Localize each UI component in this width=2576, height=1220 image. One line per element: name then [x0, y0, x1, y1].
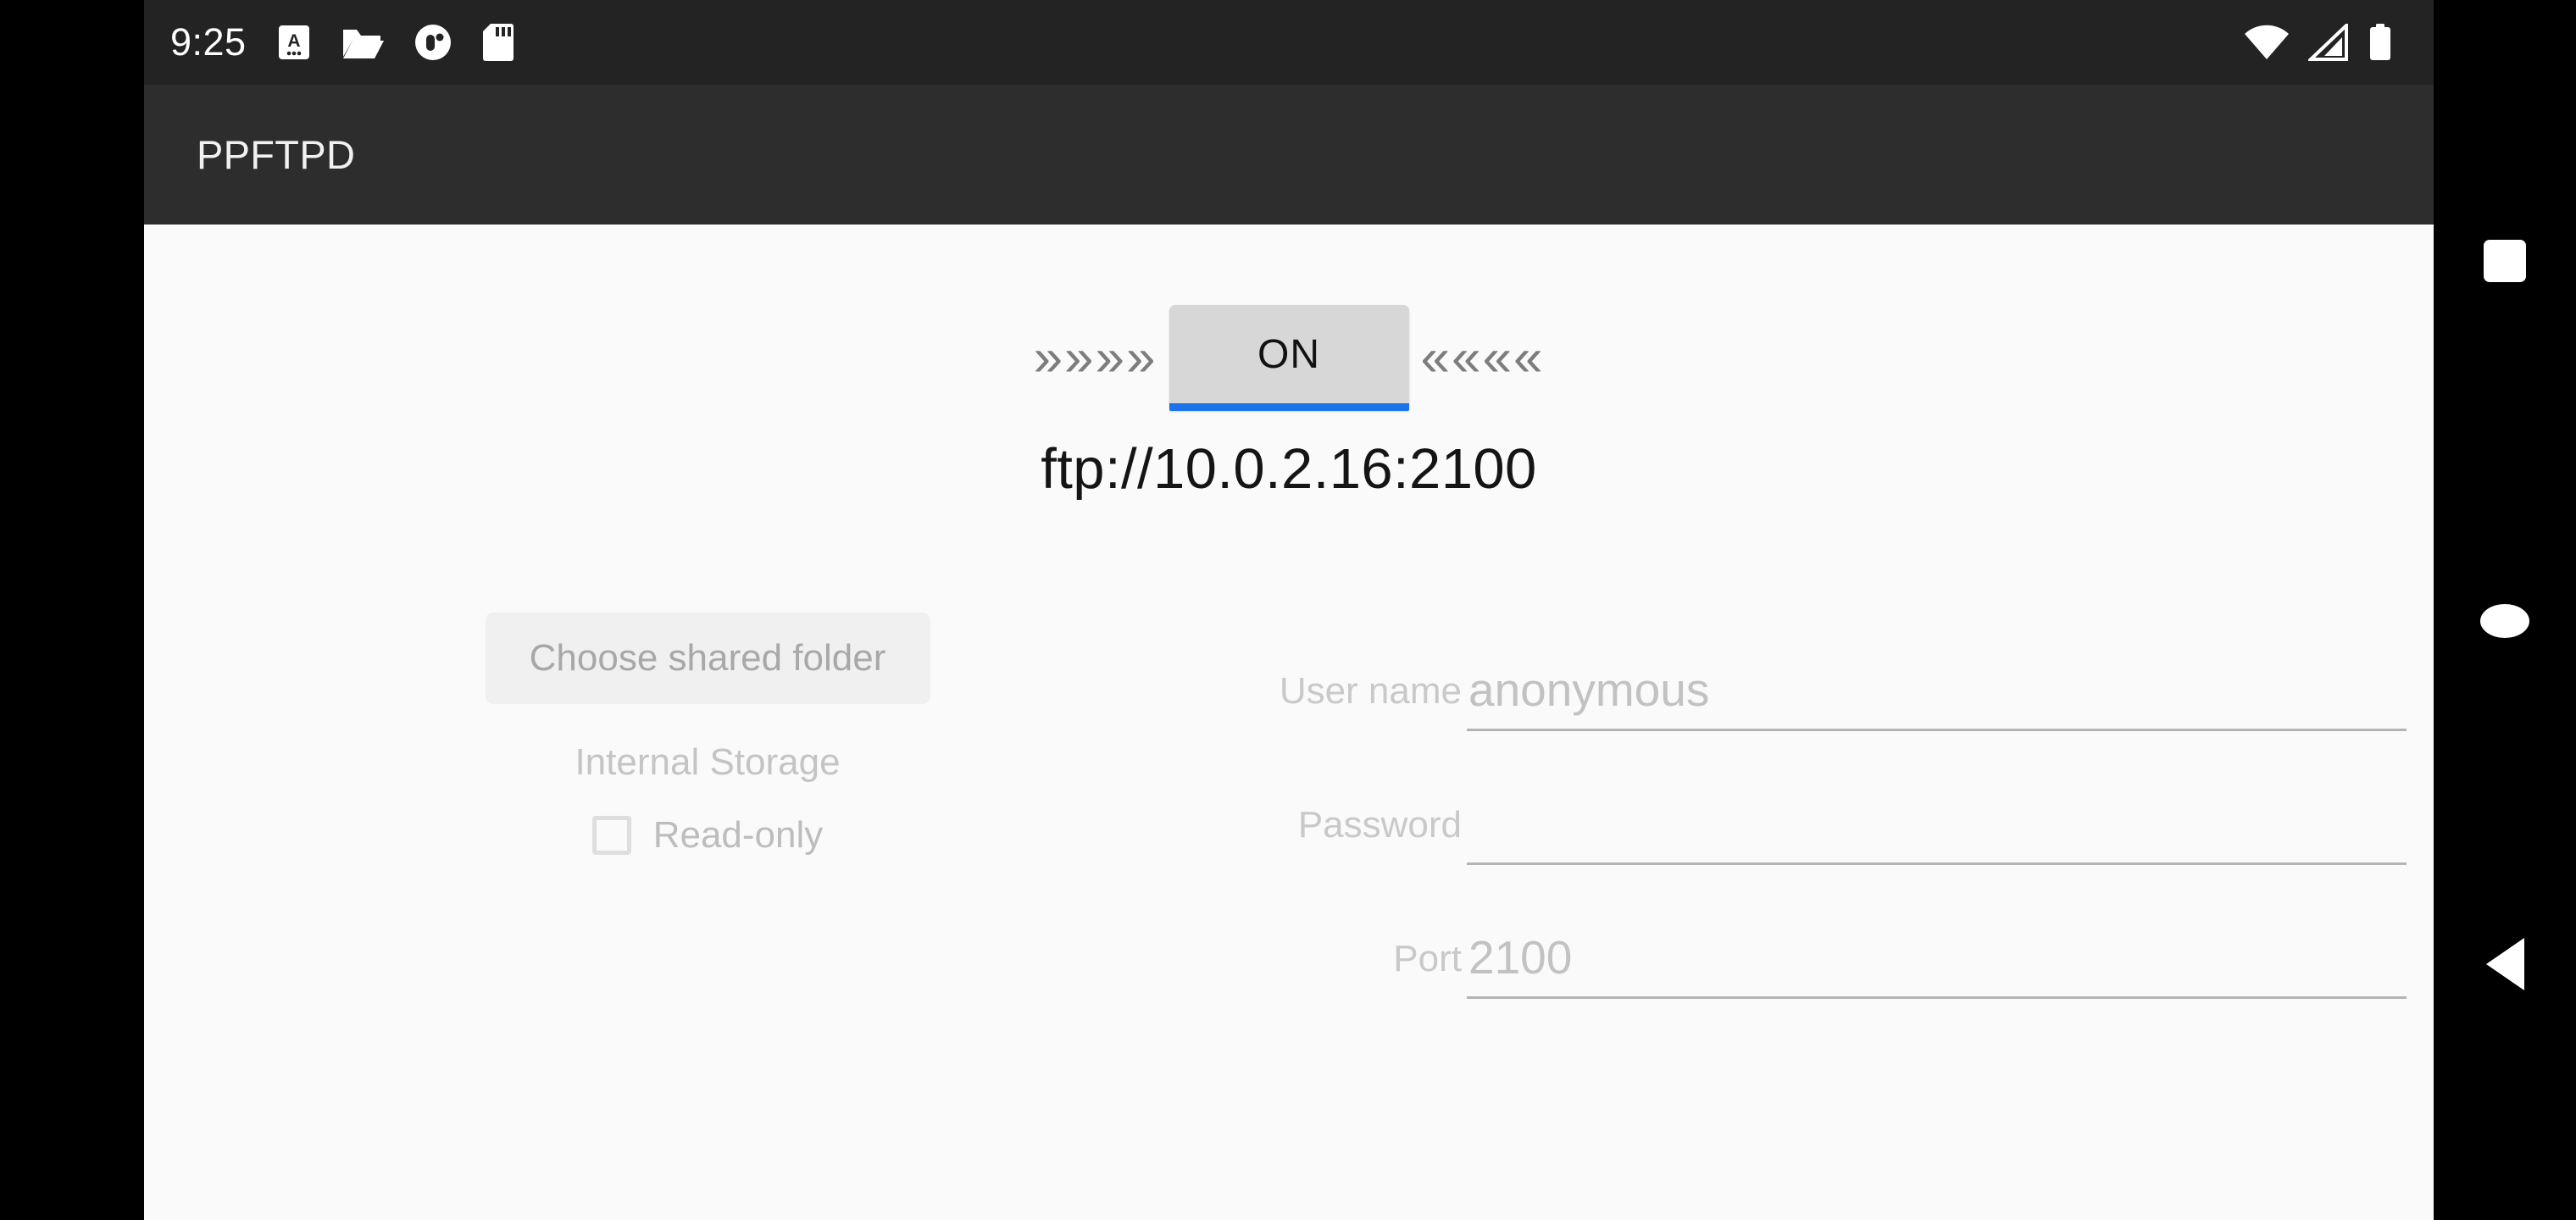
port-input-wrapper[interactable]: [1467, 930, 2407, 999]
main-content: »»»» ON «««« ftp://10.0.2.16:2100 Choose…: [144, 225, 2434, 1220]
password-label: Password: [1297, 804, 1462, 846]
folder-open-icon: [342, 30, 384, 58]
status-clock: 9:25: [170, 20, 247, 64]
password-field-row: Password: [1271, 731, 2407, 865]
port-input[interactable]: [1467, 930, 2407, 990]
square-recents-icon: [2484, 239, 2526, 282]
selected-storage-label: Internal Storage: [575, 741, 841, 783]
circle-home-icon: [2480, 603, 2529, 638]
password-input-wrapper[interactable]: [1467, 796, 2407, 865]
chevrons-left-pointing-icon: ««««: [1420, 328, 1545, 387]
nav-back-button[interactable]: [2434, 919, 2576, 1008]
readonly-checkbox[interactable]: [591, 816, 631, 855]
nav-recents-button[interactable]: [2434, 216, 2576, 305]
username-input[interactable]: [1467, 663, 2407, 722]
settings-columns: Choose shared folder Internal Storage Re…: [144, 597, 2434, 999]
status-bar-left-group: 9:25 A: [170, 20, 514, 64]
nav-home-button[interactable]: [2434, 576, 2576, 665]
username-field-row: User name: [1271, 597, 2407, 731]
chevrons-right-pointing-icon: »»»»: [1033, 328, 1158, 387]
triangle-back-icon: [2485, 937, 2524, 990]
ftp-server-url: ftp://10.0.2.16:2100: [1041, 437, 1537, 501]
wifi-icon: [2245, 25, 2289, 59]
app-circle-icon: [414, 25, 451, 60]
port-label: Port: [1393, 938, 1462, 979]
username-input-wrapper[interactable]: [1467, 663, 2407, 731]
device-viewport: 9:25 A PPFTPD »»»» ON «««« ftp://10.0.2.…: [144, 0, 2434, 1220]
keyboard-input-icon: A: [278, 25, 309, 59]
status-bar-right-group: [2244, 23, 2393, 62]
server-toggle-row: »»»» ON ««««: [144, 305, 2434, 411]
battery-icon: [2370, 24, 2390, 60]
port-field-row: Port: [1271, 865, 2407, 999]
choose-shared-folder-button[interactable]: Choose shared folder: [485, 613, 930, 704]
credentials-column: User name Password Port: [1271, 597, 2434, 999]
app-bar: PPFTPD: [144, 85, 2434, 225]
sd-card-icon: [482, 24, 514, 61]
share-settings-column: Choose shared folder Internal Storage Re…: [144, 597, 1271, 999]
username-label: User name: [1279, 670, 1462, 712]
page-title: PPFTPD: [197, 132, 356, 177]
readonly-checkbox-row[interactable]: Read-only: [591, 814, 824, 857]
svg-text:A: A: [287, 31, 300, 51]
device-screenshot: 9:25 A PPFTPD »»»» ON «««« ftp://10.0.2.…: [0, 0, 2576, 1220]
letterbox-left: [0, 0, 144, 1220]
server-power-toggle-button[interactable]: ON: [1169, 305, 1409, 411]
readonly-checkbox-label: Read-only: [652, 814, 824, 856]
system-navigation-bar: [2434, 0, 2576, 1220]
status-bar: 9:25 A: [144, 0, 2434, 85]
password-input[interactable]: [1467, 796, 2407, 856]
cellular-signal-icon: [2308, 24, 2348, 61]
